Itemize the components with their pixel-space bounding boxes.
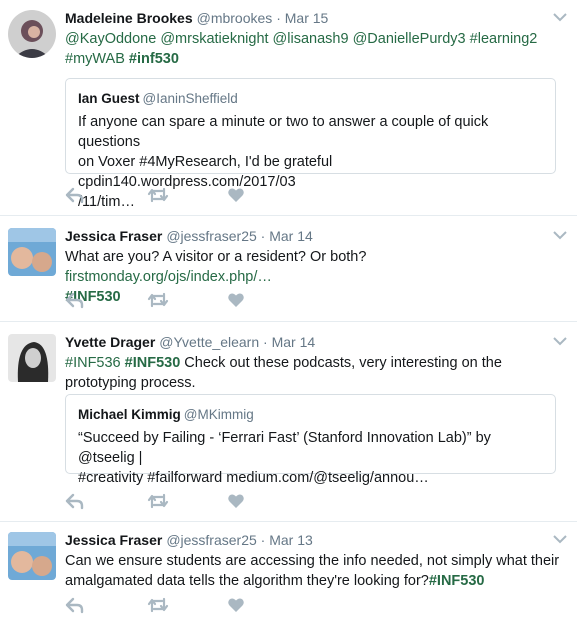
separator-dot: · — [260, 228, 266, 244]
heart-icon[interactable] — [227, 596, 247, 614]
tweet-timestamp[interactable]: Mar 15 — [285, 10, 329, 26]
quoted-author-handle: @IaninSheffield — [142, 91, 238, 106]
hashtag-inf530[interactable]: #inf530 — [129, 51, 179, 67]
author-name[interactable]: Madeleine Brookes — [65, 10, 193, 26]
separator-dot: · — [276, 10, 281, 26]
author-handle[interactable]: @mbrookes — [197, 10, 273, 26]
tweet[interactable]: Jessica Fraser @jessfraser25 · Mar 13 Can… — [0, 522, 577, 620]
author-handle[interactable]: @jessfraser25 — [166, 228, 256, 244]
author-name[interactable]: Jessica Fraser — [65, 228, 162, 244]
retweet-icon[interactable] — [147, 186, 169, 204]
retweet-icon[interactable] — [147, 596, 169, 614]
tweet-header: Jessica Fraser @jessfraser25 · Mar 13 — [65, 531, 565, 549]
tweet-header: Jessica Fraser @jessfraser25 · Mar 14 — [65, 227, 565, 245]
tweet-text-mentions[interactable]: @KayOddone @mrskatieknight @lisanash9 @D… — [65, 31, 537, 47]
hashtag-mywab[interactable]: #myWAB — [65, 51, 129, 67]
tweet-text: @KayOddone @mrskatieknight @lisanash9 @D… — [65, 29, 565, 69]
chevron-down-icon[interactable] — [553, 336, 567, 346]
separator-dot: · — [263, 334, 268, 350]
tweet-timeline: Madeleine Brookes @mbrookes · Mar 15 @Kay… — [0, 0, 577, 620]
quoted-author-name: Michael Kimmig — [78, 407, 181, 422]
tweet-header: Madeleine Brookes @mbrookes · Mar 15 — [65, 9, 565, 27]
hashtag-inf536[interactable]: #INF536 — [65, 355, 121, 371]
separator-dot: · — [260, 532, 266, 548]
retweet-icon[interactable] — [147, 492, 169, 510]
chevron-down-icon[interactable] — [553, 230, 567, 240]
heart-icon[interactable] — [227, 186, 247, 204]
reply-icon[interactable] — [65, 492, 85, 510]
avatar[interactable] — [8, 228, 56, 276]
tweet-text: What are you? A visitor or a resident? O… — [65, 247, 565, 307]
quoted-tweet-text: “Succeed by Failing - ‘Ferrari Fast’ (St… — [78, 428, 543, 488]
quoted-author-name: Ian Guest — [78, 91, 140, 106]
tweet-text-body: Can we ensure students are accessing the… — [65, 553, 560, 589]
tweet-header: Yvette Drager @Yvette_elearn · Mar 14 — [65, 333, 565, 351]
avatar[interactable] — [8, 334, 56, 382]
retweet-icon[interactable] — [147, 291, 169, 309]
avatar[interactable] — [8, 532, 56, 580]
quoted-text-line: #creativity #failforward medium.com/@tse… — [78, 470, 429, 486]
quoted-text-line: /11/tim… — [78, 194, 135, 210]
author-name[interactable]: Yvette Drager — [65, 334, 155, 350]
quoted-tweet[interactable]: Michael Kimmig @MKimmig “Succeed by Faili… — [65, 394, 556, 486]
tweet-text-body: What are you? A visitor or a resident? O… — [65, 249, 367, 265]
author-handle[interactable]: @Yvette_elearn — [159, 334, 259, 350]
reply-icon[interactable] — [65, 291, 85, 309]
tweet[interactable]: Yvette Drager @Yvette_elearn · Mar 14 #IN… — [0, 322, 577, 522]
quoted-text-line: on Voxer #4MyResearch, I'd be grateful c… — [78, 154, 333, 190]
hashtag-inf530[interactable]: #INF530 — [429, 573, 485, 589]
tweet-timestamp[interactable]: Mar 13 — [269, 532, 313, 548]
quoted-author-handle: @MKimmig — [183, 407, 254, 422]
chevron-down-icon[interactable] — [553, 534, 567, 544]
quoted-tweet[interactable]: Ian Guest @IaninSheffield If anyone can s… — [65, 78, 556, 210]
chevron-down-icon[interactable] — [553, 12, 567, 22]
heart-icon[interactable] — [227, 291, 247, 309]
tweet-text: #INF536 #INF530 Check out these podcasts… — [65, 353, 565, 393]
quoted-text-line: “Succeed by Failing - ‘Ferrari Fast’ (St… — [78, 430, 491, 466]
reply-icon[interactable] — [65, 596, 85, 614]
author-name[interactable]: Jessica Fraser — [65, 532, 162, 548]
tweet[interactable]: Madeleine Brookes @mbrookes · Mar 15 @Kay… — [0, 0, 577, 216]
reply-icon[interactable] — [65, 186, 85, 204]
avatar[interactable] — [8, 10, 56, 58]
tweet[interactable]: Jessica Fraser @jessfraser25 · Mar 14 Wha… — [0, 216, 577, 322]
tweet-timestamp[interactable]: Mar 14 — [269, 228, 313, 244]
author-handle[interactable]: @jessfraser25 — [166, 532, 256, 548]
tweet-text: Can we ensure students are accessing the… — [65, 551, 565, 591]
tweet-link[interactable]: firstmonday.org/ojs/index.php/… — [65, 269, 272, 285]
heart-icon[interactable] — [227, 492, 247, 510]
hashtag-inf530[interactable]: #INF530 — [125, 355, 181, 371]
tweet-timestamp[interactable]: Mar 14 — [272, 334, 316, 350]
quoted-text-line: If anyone can spare a minute or two to a… — [78, 114, 489, 150]
